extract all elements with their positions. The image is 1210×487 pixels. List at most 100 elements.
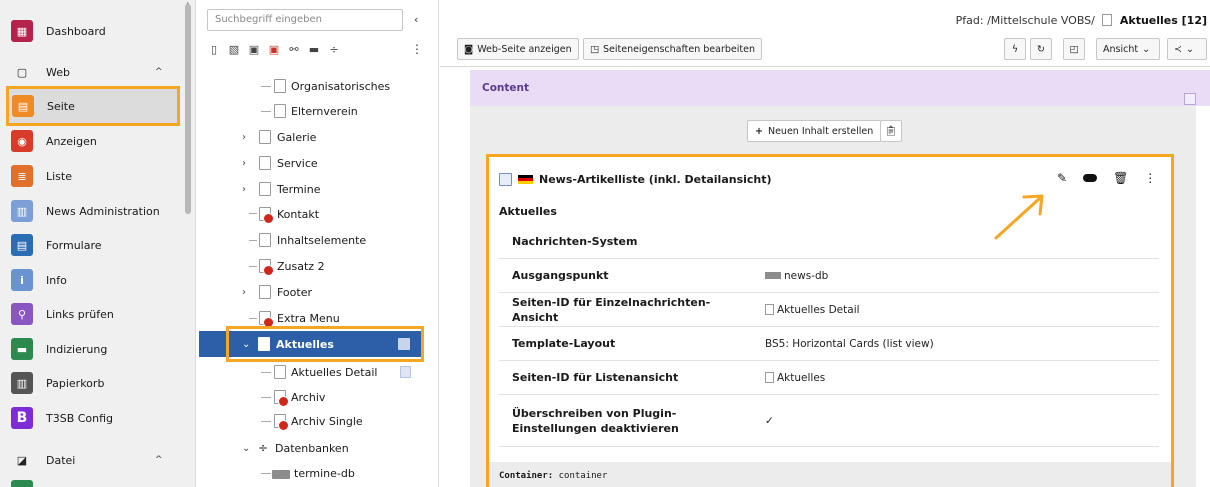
clipboard-icon: 📋︎ [884, 125, 898, 137]
tree-node-datenbanken[interactable]: ⌄ ÷ Datenbanken [197, 436, 425, 460]
tree-node-aktuelles-detail[interactable]: Aktuelles Detail [197, 360, 425, 384]
page-icon [259, 182, 271, 196]
module-links-pruefen[interactable]: ⚲ Links prüfen [8, 299, 180, 329]
module-label: Links prüfen [46, 307, 114, 321]
module-group-datei[interactable]: ◪ Datei ^ [8, 445, 180, 475]
module-partial-icon[interactable] [11, 480, 33, 487]
chevron-right-icon[interactable]: › [242, 287, 246, 298]
module-indizierung[interactable]: ▬ Indizierung [8, 334, 180, 364]
tree-more-icon[interactable]: ⋮ [411, 42, 423, 56]
tree-node-termine[interactable]: › Termine [197, 177, 425, 201]
button-label: Seiteneigenschaften bearbeiten [602, 43, 755, 55]
chevron-down-icon[interactable]: ⌄ [242, 443, 250, 454]
button-label: Neuen Inhalt erstellen [767, 125, 874, 137]
property-value: ✓ [765, 415, 774, 427]
module-news-administration[interactable]: ▥ News Administration [8, 196, 180, 226]
view-webpage-button[interactable]: ◙ Web-Seite anzeigen [457, 38, 579, 60]
new-page-icon[interactable]: ▯ [207, 42, 221, 56]
paste-button[interactable]: 📋︎ [880, 120, 902, 142]
tree-node-label: Service [277, 156, 318, 170]
sysfolder-icon[interactable]: ▬ [307, 42, 321, 56]
plugin-page-icon [400, 366, 411, 378]
share-dropdown[interactable]: ≺ ⌄ [1167, 38, 1207, 60]
divider-icon: ÷ [258, 441, 269, 455]
tree-node-galerie[interactable]: › Galerie [197, 125, 425, 149]
chevron-right-icon[interactable]: › [242, 132, 246, 143]
page-icon [259, 233, 271, 247]
module-label: Papierkorb [46, 376, 105, 390]
tree-node-label: Footer [277, 285, 312, 299]
content-element-card[interactable]: News-Artikelliste (inkl. Detailansicht) … [486, 154, 1174, 487]
link-page-icon[interactable]: ⚯ [287, 42, 301, 56]
property-row: Seiten-ID für Listenansicht Aktuelles [499, 361, 1159, 395]
module-papierkorb[interactable]: ▥ Papierkorb [8, 368, 180, 398]
edit-page-properties-button[interactable]: ◳ Seiteneigenschaften bearbeiten [583, 38, 762, 60]
news-icon: ▥ [11, 200, 33, 222]
property-key: Seiten-ID für Listenansicht [512, 371, 679, 384]
tree-node-zusatz-2[interactable]: Zusatz 2 [197, 254, 425, 278]
image-icon: ◪ [16, 453, 28, 467]
module-label: Formulare [46, 238, 102, 252]
tree-node-label: Kontakt [277, 207, 320, 221]
tree-node-archiv[interactable]: Archiv [197, 385, 425, 409]
module-liste[interactable]: ≣ Liste [8, 161, 180, 191]
tree-node-elternverein[interactable]: Elternverein [197, 99, 425, 123]
tree-node-service[interactable]: › Service [197, 151, 425, 175]
mountpoint-icon[interactable]: ▣ [247, 42, 261, 56]
info-icon: i [11, 269, 33, 291]
shortcut-page-icon[interactable]: ▧ [227, 42, 241, 56]
module-dashboard[interactable]: ▦ Dashboard [8, 16, 180, 46]
module-seite[interactable]: ▤ Seite [6, 86, 180, 126]
tree-node-label: Archiv Single [291, 414, 363, 428]
more-options-icon[interactable]: ⋮ [1144, 171, 1156, 185]
module-anzeigen[interactable]: ◉ Anzeigen [8, 126, 180, 156]
edit-pencil-icon[interactable]: ✎ [1057, 171, 1067, 185]
toggle-visibility-icon[interactable] [1083, 174, 1098, 182]
module-info[interactable]: i Info [8, 265, 180, 295]
divider-icon[interactable]: ÷ [327, 42, 341, 56]
property-row: Überschreiben von Plugin-Einstellungen d… [499, 395, 1159, 447]
property-value-text: BS5: Horizontal Cards (list view) [765, 337, 934, 350]
hidden-page-icon [259, 311, 274, 328]
chevron-down-icon: ⌄ [1142, 43, 1151, 55]
hidden-page-icon [259, 207, 274, 224]
tree-node-inhaltselemente[interactable]: Inhaltselemente [197, 228, 425, 252]
folder-page-icon[interactable]: ▣ [267, 42, 281, 56]
module-group-web[interactable]: ▢ Web ^ [8, 57, 180, 87]
index-icon: ▬ [11, 338, 33, 360]
page-icon [259, 156, 271, 170]
view-dropdown[interactable]: Ansicht ⌄ [1096, 38, 1160, 60]
page-icon [1102, 14, 1113, 26]
new-content-button[interactable]: + Neuen Inhalt erstellen [747, 120, 882, 142]
tree-node-organisatorisches[interactable]: Organisatorisches [197, 74, 425, 98]
dashboard-icon: ▦ [11, 20, 33, 42]
module-menu: ▲ ▦ Dashboard ▢ Web ^ ▤ Seite ◉ Anzeigen… [0, 0, 196, 487]
delete-icon[interactable]: 🗑︎ [1113, 171, 1128, 185]
chevron-right-icon[interactable]: › [242, 158, 246, 169]
reload-button[interactable]: ↻ [1030, 38, 1052, 60]
tree-node-label: Archiv [291, 390, 326, 404]
chevron-right-icon[interactable]: › [242, 184, 246, 195]
tree-node-kontakt[interactable]: Kontakt [197, 202, 425, 226]
refresh-icon: ↻ [1037, 43, 1045, 55]
tree-node-label: Inhaltselemente [277, 233, 367, 247]
module-t3sb-config[interactable]: B T3SB Config [8, 403, 180, 433]
bootstrap-icon: B [11, 407, 33, 429]
clear-cache-button[interactable]: ϟ [1004, 38, 1026, 60]
tree-search-input[interactable]: Suchbegriff eingeben [207, 9, 403, 31]
module-formulare[interactable]: ▤ Formulare [8, 230, 180, 260]
container-footer: Container: container [489, 462, 1171, 487]
dropdown-label: Ansicht [1103, 43, 1139, 55]
column-edit-icon[interactable] [1184, 93, 1196, 105]
module-menu-scrollbar[interactable] [185, 4, 191, 214]
typo3-backend: ▲ ▦ Dashboard ▢ Web ^ ▤ Seite ◉ Anzeigen… [0, 0, 1210, 487]
tree-toolbar: ▯ ▧ ▣ ▣ ⚯ ▬ ÷ [207, 40, 341, 58]
collapse-tree-button[interactable]: ‹ [414, 13, 418, 26]
property-value: news-db [765, 270, 828, 282]
bookmark-button[interactable]: ◰ [1063, 38, 1085, 60]
tree-node-footer[interactable]: › Footer [197, 280, 425, 304]
tree-node-termine-db[interactable]: termine-db [197, 461, 425, 485]
tree-node-archiv-single[interactable]: Archiv Single [197, 409, 425, 433]
tree-node-label: Elternverein [291, 104, 358, 118]
tree-node-label: Extra Menu [277, 311, 340, 325]
